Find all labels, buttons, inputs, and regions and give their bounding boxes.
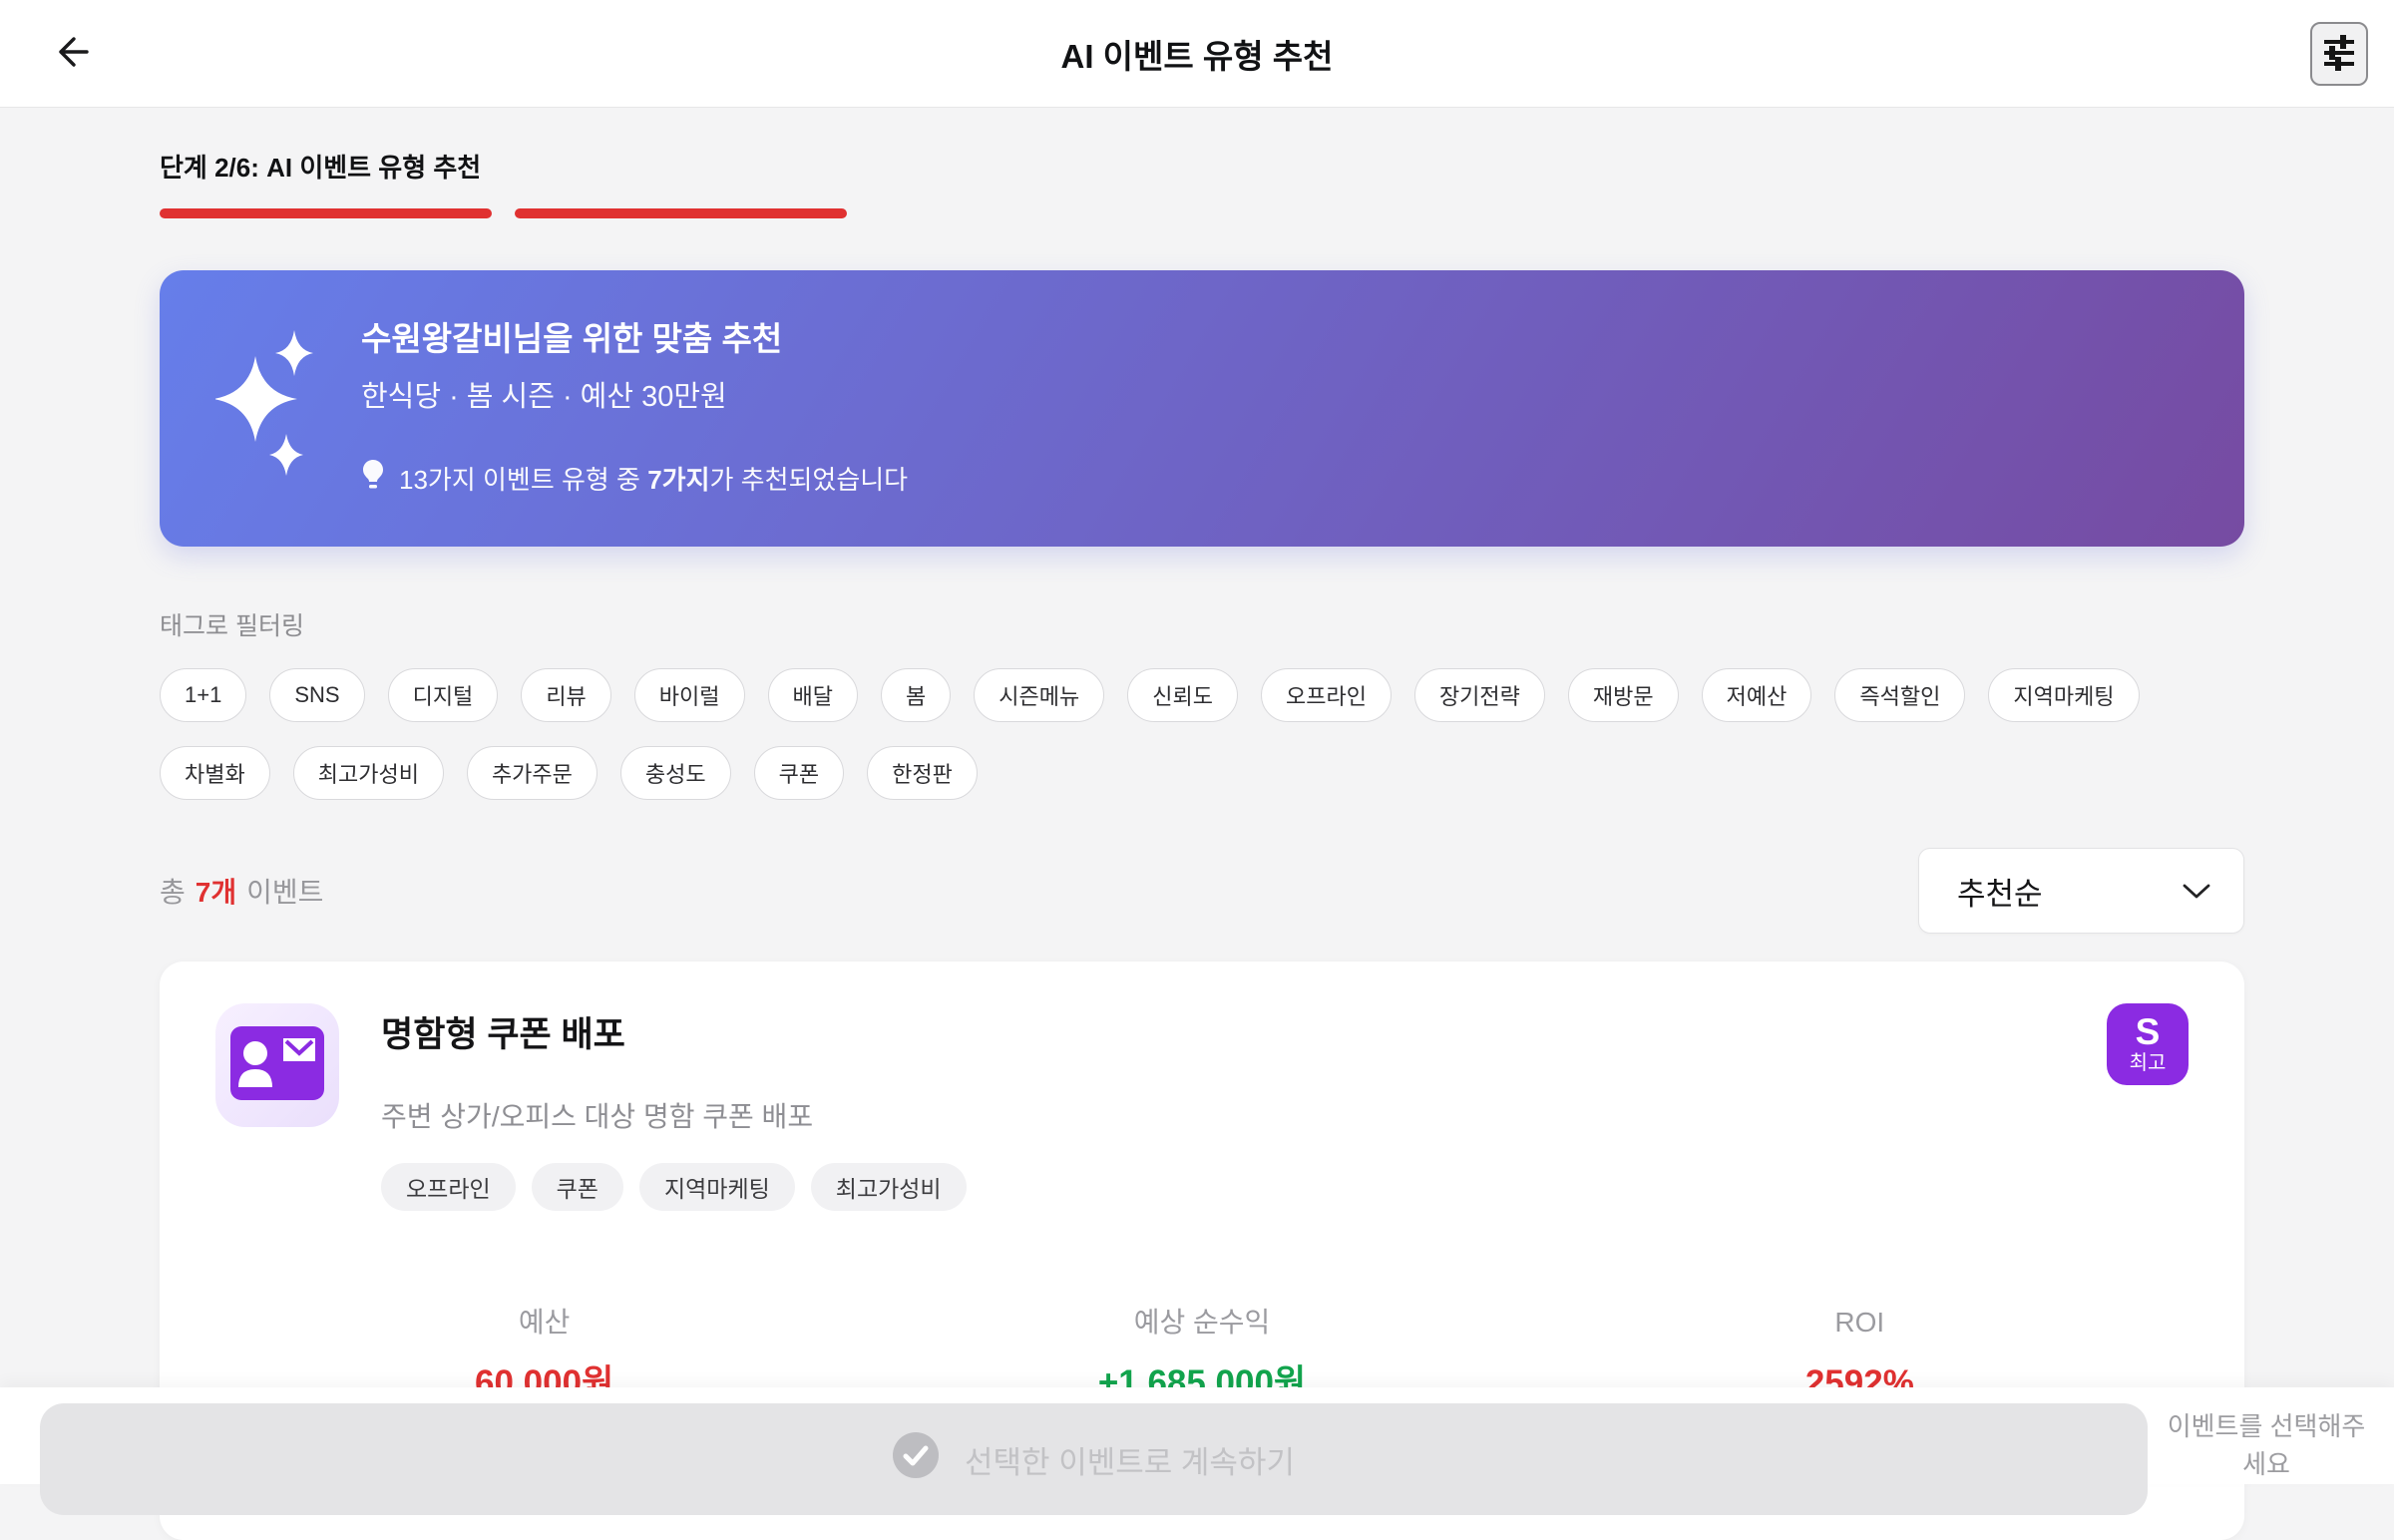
filter-tag-pill[interactable]: 리뷰 [521, 668, 611, 722]
lightbulb-icon [361, 458, 385, 501]
filter-tag-pill[interactable]: 쿠폰 [753, 746, 845, 800]
app-header: AI 이벤트 유형 추천 [0, 0, 2394, 108]
ai-recommendation-banner: 수원왕갈비님을 위한 맞춤 추천 한식당 · 봄 시즌 · 예산 30만원 13… [160, 270, 2244, 547]
results-header: 총 7개 이벤트 추천순 [160, 848, 2244, 934]
bottom-action-bar: 선택한 이벤트로 계속하기 이벤트를 선택해주세요 [0, 1387, 2394, 1515]
filter-tag-pill[interactable]: 장기전략 [1413, 668, 1545, 722]
progress-bar [160, 208, 2244, 218]
event-tag-list: 오프라인 쿠폰 지역마케팅 최고가성비 [381, 1163, 2065, 1211]
event-tag: 지역마케팅 [638, 1163, 795, 1211]
event-description: 주변 상가/오피스 대상 명함 쿠폰 배포 [381, 1101, 814, 1132]
continue-button-label: 선택한 이벤트로 계속하기 [965, 1444, 1295, 1480]
filter-tag-pill[interactable]: 바이럴 [633, 668, 745, 722]
filter-tag-pill[interactable]: 추가주문 [466, 746, 598, 800]
filter-tag-pill[interactable]: 지역마케팅 [1988, 668, 2140, 722]
filter-settings-button[interactable] [2310, 21, 2368, 86]
sort-selected-label: 추천순 [1957, 876, 2043, 912]
banner-info: 13가지 이벤트 유형 중 7가지가 추천되었습니다 [361, 458, 908, 501]
filter-tag-pill[interactable]: 즉석할인 [1834, 668, 1966, 722]
filter-tag-pill[interactable]: 봄 [881, 668, 952, 722]
progress-segment [515, 208, 847, 218]
event-tag: 오프라인 [381, 1163, 516, 1211]
stat-label: ROI [1834, 1307, 1885, 1338]
main-content: 단계 2/6: AI 이벤트 유형 추천 수원왕갈비님을 위한 맞춤 추천 한식… [0, 148, 2394, 1540]
filter-tag-pill[interactable]: 재방문 [1567, 668, 1679, 722]
chevron-down-icon [2182, 873, 2211, 909]
stat-label: 예상 순수익 [1133, 1307, 1271, 1338]
grade-badge: S 최고 [2107, 1003, 2189, 1085]
event-count-number: 7개 [195, 877, 237, 908]
event-icon-box [215, 1003, 339, 1127]
filter-tag-pill[interactable]: 1+1 [160, 668, 247, 722]
back-button[interactable] [42, 24, 102, 84]
selection-hint: 이벤트를 선택해주세요 [2167, 1411, 2366, 1479]
tune-sliders-icon [2321, 33, 2357, 74]
tag-filter-label: 태그로 필터링 [160, 612, 304, 640]
contact-card-icon [230, 1025, 324, 1105]
event-tag: 쿠폰 [531, 1163, 623, 1211]
stat-label: 예산 [518, 1307, 571, 1338]
banner-info-text: 13가지 이벤트 유형 중 7가지가 추천되었습니다 [399, 464, 909, 495]
progress-segment [160, 208, 492, 218]
filter-tag-pill[interactable]: 저예산 [1701, 668, 1812, 722]
banner-title: 수원왕갈비님을 위한 맞춤 추천 [361, 320, 783, 357]
event-card-head: 명함형 쿠폰 배포 주변 상가/오피스 대상 명함 쿠폰 배포 오프라인 쿠폰 지역… [215, 1003, 2189, 1211]
banner-text-block: 수원왕갈비님을 위한 맞춤 추천 한식당 · 봄 시즌 · 예산 30만원 13… [361, 318, 908, 501]
sparkles-icon [213, 324, 315, 501]
page-title: AI 이벤트 유형 추천 [1060, 37, 1334, 75]
event-tag: 최고가성비 [810, 1163, 967, 1211]
arrow-left-icon [50, 30, 94, 77]
filter-tag-pill[interactable]: SNS [269, 668, 365, 722]
filter-tag-pill[interactable]: 한정판 [867, 746, 978, 800]
check-circle-icon [893, 1432, 940, 1486]
filter-tag-pill[interactable]: 배달 [767, 668, 859, 722]
tag-filter-list: 1+1 SNS 디지털 리뷰 바이럴 배달 봄 시즌메뉴 신뢰도 오프라인 장기전략 재방문 저예산 즉석… [160, 668, 2244, 800]
continue-button[interactable]: 선택한 이벤트로 계속하기 [40, 1403, 2148, 1515]
filter-tag-pill[interactable]: 디지털 [387, 668, 499, 722]
filter-tag-pill[interactable]: 신뢰도 [1127, 668, 1238, 722]
grade-caption: 최고 [2129, 1052, 2167, 1074]
banner-subtitle: 한식당 · 봄 시즌 · 예산 30만원 [361, 381, 727, 413]
filter-tag-pill[interactable]: 최고가성비 [292, 746, 444, 800]
filter-tag-pill[interactable]: 오프라인 [1260, 668, 1392, 722]
grade-letter: S [2135, 1011, 2161, 1052]
filter-tag-pill[interactable]: 충성도 [619, 746, 731, 800]
filter-tag-pill[interactable]: 시즌메뉴 [974, 668, 1105, 722]
event-title: 명함형 쿠폰 배포 [381, 1015, 625, 1054]
event-card-body: 명함형 쿠폰 배포 주변 상가/오피스 대상 명함 쿠폰 배포 오프라인 쿠폰 지역… [381, 1003, 2065, 1211]
event-count: 총 7개 이벤트 [160, 871, 323, 911]
step-label: 단계 2/6: AI 이벤트 유형 추천 [160, 153, 482, 183]
sort-dropdown[interactable]: 추천순 [1918, 848, 2244, 934]
filter-tag-pill[interactable]: 차별화 [160, 746, 270, 800]
